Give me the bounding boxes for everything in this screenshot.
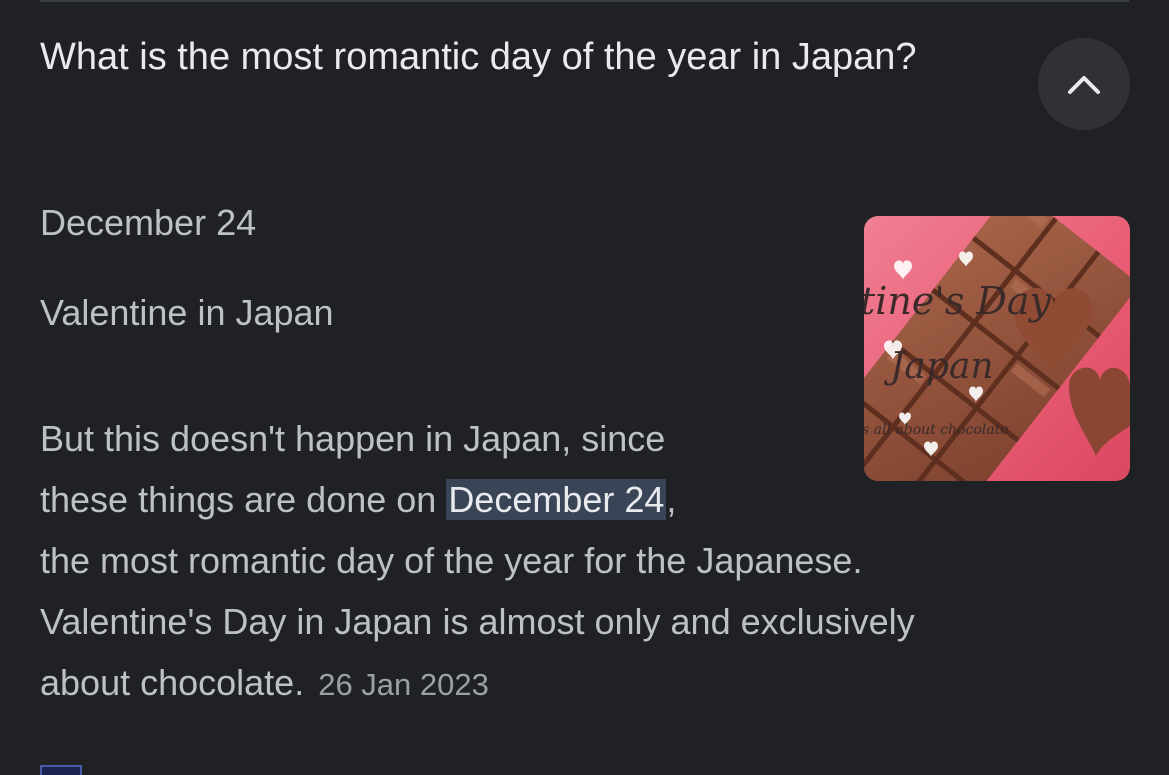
chevron-up-icon — [1068, 76, 1100, 94]
source-favicon[interactable] — [40, 765, 82, 775]
thumbnail-title: tine's Day — [864, 279, 1052, 323]
snippet-text-fragment: these things are done on — [40, 479, 447, 520]
featured-snippet: What is the most romantic day of the yea… — [0, 0, 1169, 775]
answer-subtitle: Valentine in Japan — [40, 292, 334, 333]
collapse-button[interactable] — [1038, 38, 1130, 130]
thumbnail-tagline: s all about chocolate — [864, 422, 1009, 438]
chocolate-image: tine's Day Japan s all about chocolate — [864, 216, 1130, 481]
thumbnail-subtitle: Japan — [883, 346, 994, 387]
snippet-line: about chocolate. 26 Jan 2023 — [40, 652, 1100, 715]
result-thumbnail[interactable]: tine's Day Japan s all about chocolate — [864, 216, 1130, 481]
snippet-line: Valentine's Day in Japan is almost only … — [40, 601, 915, 642]
highlighted-answer: December 24 — [446, 479, 667, 520]
question-heading[interactable]: What is the most romantic day of the yea… — [40, 32, 940, 82]
snippet-date: 26 Jan 2023 — [318, 667, 489, 702]
snippet-text-fragment: , — [666, 479, 677, 520]
snippet-line: the most romantic day of the year for th… — [40, 540, 863, 581]
snippet-text-fragment: about chocolate. — [40, 662, 305, 703]
answer-text: December 24 — [40, 202, 257, 243]
divider — [40, 0, 1129, 2]
